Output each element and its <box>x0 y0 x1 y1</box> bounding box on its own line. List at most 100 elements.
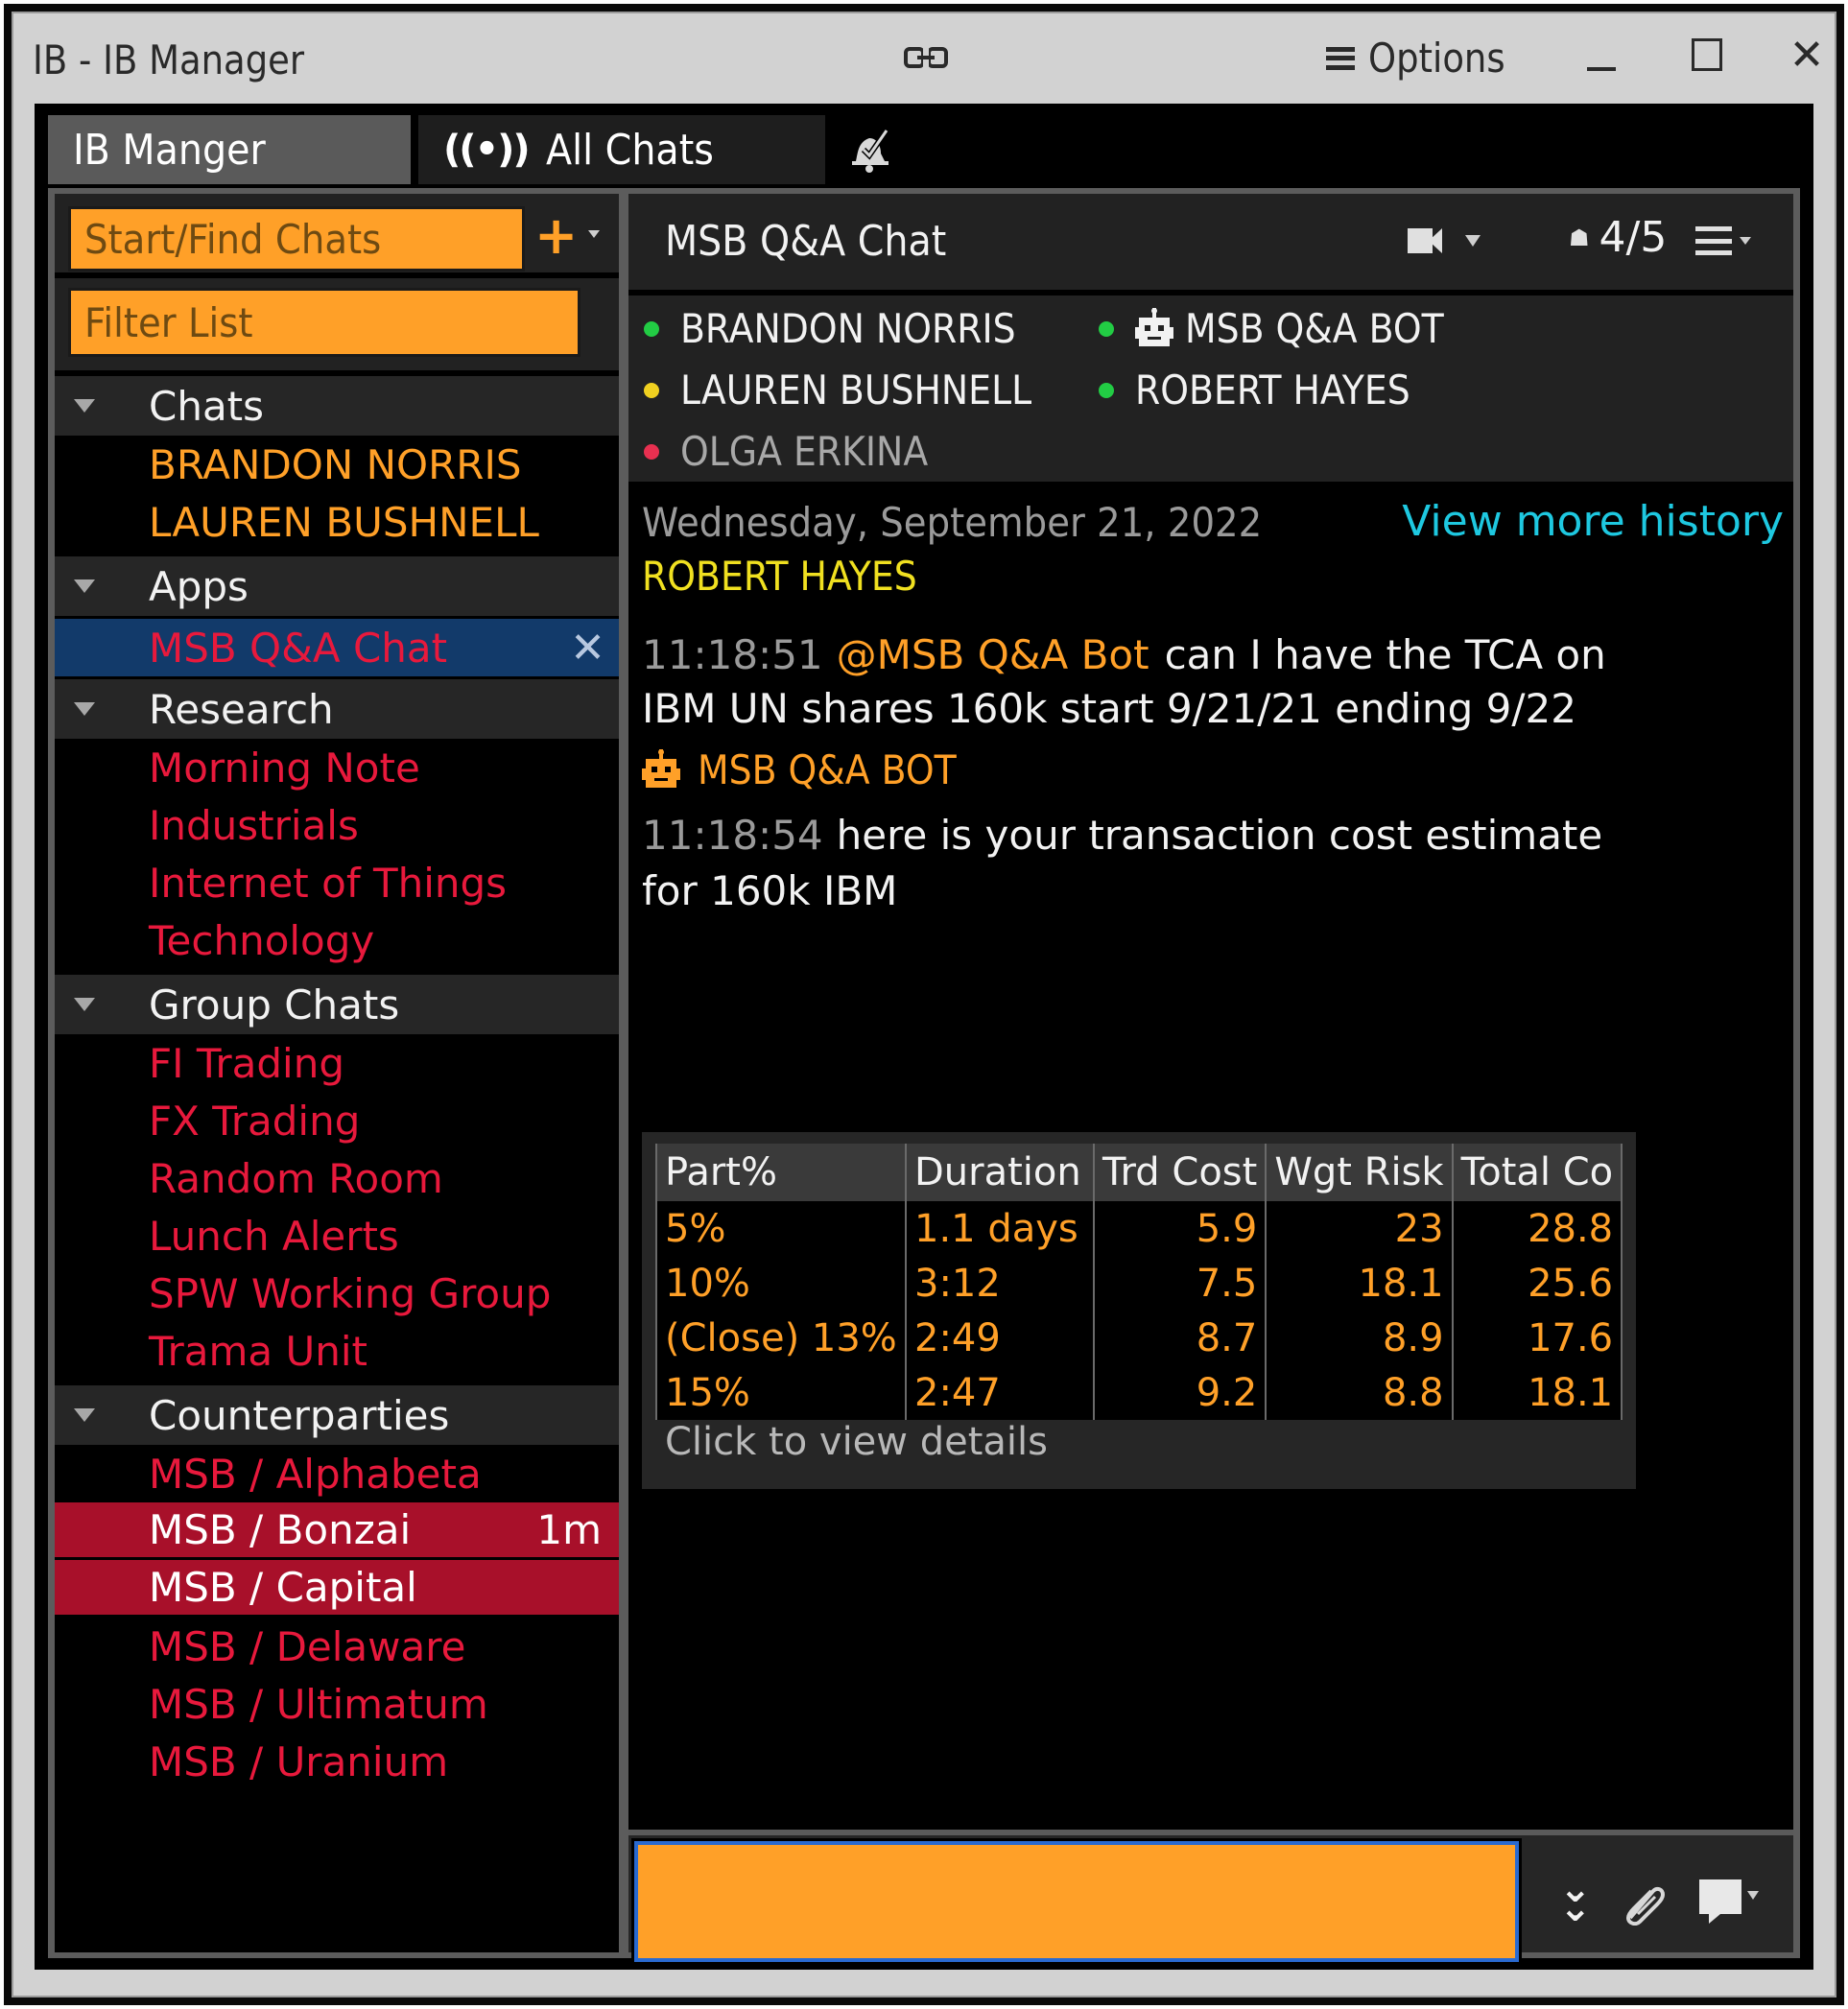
filter-row: Filter List <box>55 278 619 370</box>
sidebar-item-fx-trading[interactable]: FX Trading <box>55 1092 619 1149</box>
item-label: Lunch Alerts <box>149 1212 399 1260</box>
hamburger-icon <box>1326 46 1355 70</box>
sidebar-item-lauren-bushnell[interactable]: LAUREN BUSHNELL <box>55 493 619 551</box>
tab-ib-manager[interactable]: IB Manger <box>48 115 411 184</box>
options-menu-button[interactable]: Options <box>1326 35 1524 82</box>
item-label: FX Trading <box>149 1097 361 1145</box>
scroll-to-bottom-button[interactable]: ⌄ ⌄ <box>1559 1870 1592 1927</box>
tab-notifications[interactable] <box>825 115 902 184</box>
table-cell: 10% <box>655 1256 907 1311</box>
mention-link[interactable]: @MSB Q&A Bot <box>837 631 1149 678</box>
status-online-icon <box>644 320 659 337</box>
sidebar-item-msb-delaware[interactable]: MSB / Delaware <box>55 1618 619 1675</box>
sidebar-item-msb-bonzai[interactable]: MSB / Bonzai 1m <box>55 1502 619 1560</box>
sidebar-item-msb-uranium[interactable]: MSB / Uranium <box>55 1733 619 1790</box>
group-label: Chats <box>149 382 265 430</box>
group-label: Research <box>149 685 334 733</box>
compose-bar: ⌄ ⌄ <box>628 1835 1793 1965</box>
table-cell: 15% <box>655 1365 907 1420</box>
caret-down-icon <box>1747 1891 1759 1900</box>
message-type-button[interactable] <box>1699 1879 1759 1924</box>
attach-paperclip-icon[interactable] <box>1623 1883 1669 1926</box>
robot-icon <box>642 748 680 788</box>
start-find-chats-input[interactable]: Start/Find Chats <box>68 206 525 272</box>
close-icon: ✕ <box>1789 30 1825 80</box>
view-details-link[interactable]: Click to view details <box>665 1420 1048 1464</box>
options-label: Options <box>1368 35 1505 82</box>
link-icon[interactable] <box>904 46 948 69</box>
caret-down-icon <box>74 579 95 593</box>
speech-bubble-icon <box>1699 1879 1741 1924</box>
sidebar-item-morning-note[interactable]: Morning Note <box>55 739 619 796</box>
column-header: Total Co <box>1451 1144 1623 1201</box>
caret-down-icon <box>74 998 95 1011</box>
item-label: SPW Working Group <box>149 1269 552 1317</box>
new-chat-dropdown-caret-icon[interactable] <box>588 230 600 238</box>
status-offline-icon <box>644 443 659 460</box>
participant[interactable]: ROBERT HAYES <box>1099 366 1441 414</box>
tab-all-chats[interactable]: ((•)) All Chats <box>418 115 825 184</box>
group-header-chats[interactable]: Chats <box>55 376 619 436</box>
sidebar-item-brandon-norris[interactable]: BRANDON NORRIS <box>55 436 619 493</box>
group-header-counterparties[interactable]: Counterparties <box>55 1385 619 1445</box>
sidebar-item-internet-of-things[interactable]: Internet of Things <box>55 854 619 911</box>
item-label: Trama Unit <box>149 1327 367 1375</box>
caret-down-icon <box>74 1408 95 1422</box>
broadcast-icon: ((•)) <box>443 128 531 172</box>
participant[interactable]: BRANDON NORRIS <box>644 305 1054 352</box>
message-timestamp: 11:18:54 <box>642 812 823 859</box>
chat-menu-button[interactable] <box>1695 226 1751 255</box>
minimize-icon <box>1587 67 1616 71</box>
group-header-apps[interactable]: Apps <box>55 556 619 616</box>
sidebar-item-technology[interactable]: Technology <box>55 911 619 969</box>
sidebar-item-industrials[interactable]: Industrials <box>55 796 619 854</box>
sidebar-item-msb-ultimatum[interactable]: MSB / Ultimatum <box>55 1675 619 1733</box>
title-bar: IB - IB Manager Options ✕ <box>25 17 1824 102</box>
maximize-icon <box>1692 38 1722 71</box>
sidebar-item-msb-capital[interactable]: MSB / Capital <box>55 1560 619 1618</box>
participant[interactable]: MSB Q&A BOT <box>1099 305 1473 352</box>
tca-card[interactable]: Part% Duration Trd Cost Wgt Risk Total C… <box>642 1132 1636 1489</box>
new-chat-button[interactable]: + <box>534 207 578 265</box>
maximize-button[interactable] <box>1683 31 1731 79</box>
item-label: MSB / Alphabeta <box>149 1450 482 1498</box>
sidebar-item-msb-qa-chat[interactable]: MSB Q&A Chat ✕ <box>55 616 619 679</box>
message-line: IBM UN shares 160k start 9/21/21 ending … <box>642 685 1576 732</box>
sidebar-item-fi-trading[interactable]: FI Trading <box>55 1034 619 1092</box>
view-more-history-link[interactable]: View more history <box>1402 497 1784 546</box>
group-header-research[interactable]: Research <box>55 679 619 739</box>
person-icon: ☗ <box>1569 224 1590 251</box>
table-cell: 18.1 <box>1451 1365 1623 1420</box>
item-label: Morning Note <box>149 744 420 792</box>
participant-name: MSB Q&A BOT <box>1185 305 1444 352</box>
caret-down-icon <box>1740 237 1751 245</box>
table-cell: 2:47 <box>905 1365 1095 1420</box>
participant[interactable]: LAUREN BUSHNELL <box>644 366 1071 414</box>
robot-icon <box>1135 307 1173 346</box>
group-header-group-chats[interactable]: Group Chats <box>55 975 619 1034</box>
participant[interactable]: OLGA ERKINA <box>644 428 956 475</box>
sidebar-item-random-room[interactable]: Random Room <box>55 1149 619 1207</box>
filter-list-input[interactable]: Filter List <box>68 288 580 357</box>
item-label: BRANDON NORRIS <box>149 440 522 488</box>
item-label: MSB / Capital <box>149 1564 417 1611</box>
members-count-button[interactable]: ☗ 4/5 <box>1569 213 1667 262</box>
message-input[interactable] <box>631 1838 1522 1965</box>
sidebar-item-trama-unit[interactable]: Trama Unit <box>55 1322 619 1380</box>
item-label: Internet of Things <box>149 859 508 907</box>
window-title: IB - IB Manager <box>33 36 305 83</box>
close-icon[interactable]: ✕ <box>570 624 605 673</box>
minimize-button[interactable] <box>1577 31 1625 79</box>
sidebar-item-msb-alphabeta[interactable]: MSB / Alphabeta <box>55 1445 619 1502</box>
sidebar: Start/Find Chats + Filter List Chats BRA… <box>55 194 619 1952</box>
table-row: (Close) 13% 2:49 8.7 8.9 17.6 <box>655 1311 1623 1365</box>
caret-down-icon <box>74 702 95 716</box>
chat-panel: MSB Q&A Chat ☗ 4/5 BRANDON NORRIS MSB Q&… <box>628 194 1793 1965</box>
sender-name: ROBERT HAYES <box>642 553 917 600</box>
sidebar-item-lunch-alerts[interactable]: Lunch Alerts <box>55 1207 619 1264</box>
video-call-button[interactable] <box>1408 228 1481 253</box>
table-cell: 5% <box>655 1201 907 1256</box>
chat-header: MSB Q&A Chat ☗ 4/5 <box>628 194 1793 290</box>
sidebar-item-spw-working-group[interactable]: SPW Working Group <box>55 1264 619 1322</box>
close-window-button[interactable]: ✕ <box>1783 30 1831 80</box>
